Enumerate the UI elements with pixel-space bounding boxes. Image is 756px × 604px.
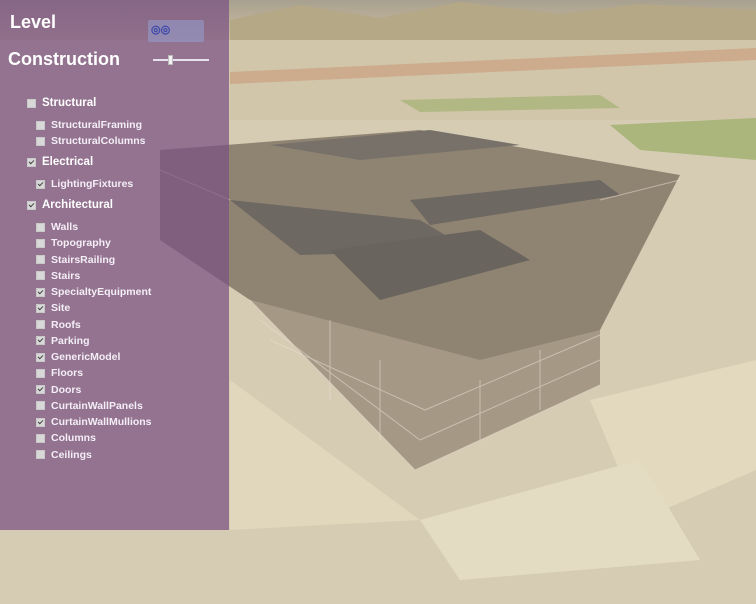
layer-checkbox[interactable] bbox=[36, 179, 45, 189]
layer-checkbox[interactable] bbox=[36, 450, 45, 459]
category-label: Structural bbox=[42, 97, 97, 109]
layer-label: StructuralFraming bbox=[51, 119, 143, 131]
category-label: Electrical bbox=[42, 156, 94, 168]
layer-item[interactable]: Columns bbox=[36, 431, 96, 445]
construction-title: Construction bbox=[8, 49, 120, 69]
layer-label: Stairs bbox=[51, 269, 81, 282]
layer-checkbox[interactable] bbox=[36, 320, 45, 329]
layer-item[interactable]: Doors bbox=[36, 383, 81, 397]
layer-checkbox[interactable] bbox=[36, 352, 45, 362]
layer-item[interactable]: StructuralColumns bbox=[36, 134, 146, 148]
layer-item[interactable]: Roofs bbox=[36, 318, 81, 332]
layer-checkbox[interactable] bbox=[36, 120, 45, 130]
layer-label: Site bbox=[51, 302, 71, 315]
layer-checkbox[interactable] bbox=[36, 401, 45, 411]
layer-item[interactable]: Stairs bbox=[36, 269, 80, 283]
layer-label: Walls bbox=[51, 221, 79, 233]
layer-item[interactable]: LightingFixtures bbox=[36, 177, 133, 191]
layer-checkbox[interactable] bbox=[36, 417, 45, 427]
layer-label: CurtainWallMullions bbox=[51, 416, 152, 428]
layer-checkbox[interactable] bbox=[36, 136, 45, 146]
layer-label: SpecialtyEquipment bbox=[51, 286, 152, 298]
category-electrical[interactable]: Electrical bbox=[27, 155, 93, 169]
layer-panel: Level ◎◎ Construction Structural Structur… bbox=[0, 0, 229, 530]
category-architectural[interactable]: Architectural bbox=[27, 198, 113, 212]
category-checkbox[interactable] bbox=[27, 200, 36, 210]
layer-checkbox[interactable] bbox=[36, 222, 45, 232]
layer-item[interactable]: Ceilings bbox=[36, 448, 92, 462]
slider-track bbox=[153, 59, 209, 61]
construction-slider[interactable] bbox=[153, 55, 209, 65]
layer-label: Ceilings bbox=[51, 448, 92, 461]
layer-checkbox[interactable] bbox=[36, 385, 45, 394]
layer-item[interactable]: CurtainWallMullions bbox=[36, 415, 152, 429]
layer-label: Floors bbox=[51, 367, 84, 380]
layer-checkbox[interactable] bbox=[36, 255, 45, 264]
layer-checkbox[interactable] bbox=[36, 287, 45, 297]
layer-label: StructuralColumns bbox=[51, 135, 146, 148]
layer-label: CurtainWallPanels bbox=[51, 399, 143, 412]
layer-label: LightingFixtures bbox=[51, 178, 134, 190]
layer-item[interactable]: GenericModel bbox=[36, 350, 120, 364]
category-checkbox[interactable] bbox=[27, 98, 36, 108]
category-label: Architectural bbox=[42, 199, 113, 211]
category-checkbox[interactable] bbox=[27, 157, 36, 167]
layer-item[interactable]: StructuralFraming bbox=[36, 118, 142, 132]
layer-checkbox[interactable] bbox=[36, 336, 45, 346]
layer-label: Doors bbox=[51, 383, 82, 396]
layer-label: GenericModel bbox=[51, 351, 121, 363]
mountains bbox=[230, 2, 756, 40]
category-structural[interactable]: Structural bbox=[27, 96, 96, 110]
layer-label: StairsRailing bbox=[51, 253, 116, 266]
layer-item[interactable]: SpecialtyEquipment bbox=[36, 285, 151, 299]
layer-item[interactable]: Parking bbox=[36, 334, 90, 348]
layer-label: Roofs bbox=[51, 318, 81, 331]
layer-checkbox[interactable] bbox=[36, 433, 45, 443]
slider-thumb[interactable] bbox=[168, 55, 174, 65]
layer-item[interactable]: Site bbox=[36, 301, 70, 315]
layer-label: Columns bbox=[51, 432, 96, 445]
layer-label: Parking bbox=[51, 334, 90, 347]
layer-item[interactable]: StairsRailing bbox=[36, 253, 115, 267]
layer-item[interactable]: Floors bbox=[36, 366, 83, 380]
layer-checkbox[interactable] bbox=[36, 238, 45, 248]
layer-checkbox[interactable] bbox=[36, 303, 45, 313]
level-title: Level bbox=[10, 12, 57, 32]
layer-checkbox[interactable] bbox=[36, 271, 45, 281]
layer-item[interactable]: Walls bbox=[36, 220, 78, 234]
layer-checkbox[interactable] bbox=[36, 368, 45, 378]
layer-item[interactable]: CurtainWallPanels bbox=[36, 399, 143, 413]
layer-label: Topography bbox=[51, 237, 111, 250]
layer-item[interactable]: Topography bbox=[36, 236, 111, 250]
viewer-icon[interactable]: ◎◎ bbox=[148, 20, 204, 42]
